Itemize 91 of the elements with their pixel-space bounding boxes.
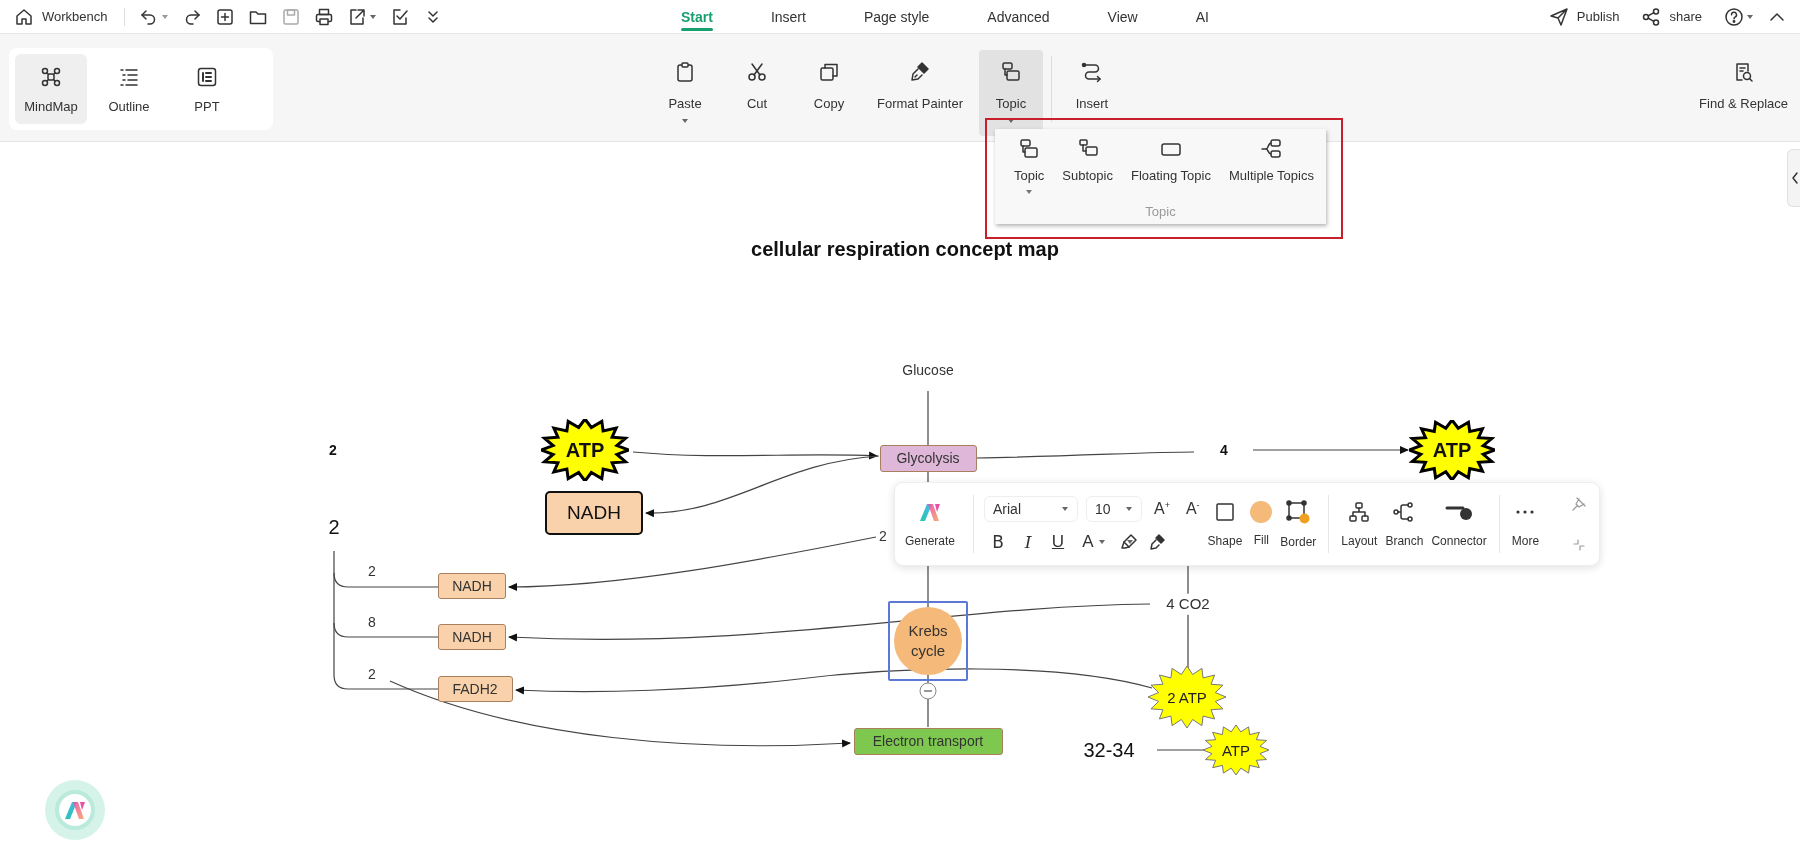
menu-tab[interactable]: AI bbox=[1172, 0, 1232, 34]
topic-box[interactable]: NADH bbox=[545, 491, 643, 535]
workbench-button[interactable]: Workbench bbox=[10, 6, 112, 27]
caret-icon bbox=[1125, 505, 1133, 513]
layout-icon bbox=[1347, 500, 1372, 524]
branch-button[interactable]: Branch bbox=[1381, 500, 1428, 548]
more-icon bbox=[1515, 509, 1536, 515]
view-mode-button[interactable]: PPT bbox=[171, 54, 243, 124]
paint-brush-icon bbox=[908, 60, 932, 84]
underline-button[interactable]: U bbox=[1050, 532, 1066, 552]
border-button[interactable]: Border bbox=[1276, 499, 1321, 549]
topic-box[interactable]: FADH2 bbox=[437, 676, 513, 702]
new-page-icon[interactable] bbox=[214, 6, 235, 27]
menu-tab[interactable]: Insert bbox=[747, 0, 829, 34]
paste-button[interactable]: Paste bbox=[653, 50, 717, 136]
bold-button[interactable]: B bbox=[990, 532, 1006, 552]
caret-icon bbox=[1025, 188, 1034, 196]
send-icon bbox=[1548, 6, 1569, 27]
caret-icon bbox=[1007, 117, 1015, 125]
map-label: 2 bbox=[879, 529, 887, 545]
pin-icon[interactable] bbox=[1571, 496, 1587, 512]
highlighter-icon[interactable] bbox=[1120, 533, 1138, 551]
map-label: 2 bbox=[368, 564, 376, 580]
caret-icon bbox=[160, 12, 169, 21]
starburst-topic[interactable]: ATP bbox=[541, 419, 629, 481]
menu-tab[interactable]: View bbox=[1084, 0, 1161, 34]
caret-icon bbox=[1098, 538, 1106, 546]
connector-icon bbox=[1080, 60, 1104, 84]
topic-button[interactable]: Topic bbox=[979, 50, 1043, 136]
italic-button[interactable]: I bbox=[1020, 532, 1036, 552]
scissors-icon bbox=[745, 60, 769, 84]
caret-icon bbox=[368, 12, 377, 21]
insert-button[interactable]: Insert bbox=[1060, 50, 1124, 136]
map-label: Glucose bbox=[902, 363, 954, 379]
circle-topic[interactable]: Krebs cycle bbox=[888, 601, 968, 681]
topic-box[interactable]: NADH bbox=[438, 573, 506, 599]
decrease-font-button[interactable]: A$^{-}$ bbox=[1181, 499, 1204, 519]
share-icon bbox=[1641, 6, 1662, 27]
cut-button[interactable]: Cut bbox=[725, 50, 789, 136]
shape-button[interactable]: Shape bbox=[1203, 500, 1247, 548]
topic-box[interactable]: Glycolysis bbox=[879, 444, 977, 472]
connector-button[interactable]: Connector bbox=[1427, 500, 1491, 548]
side-panel-tab[interactable] bbox=[1787, 149, 1800, 207]
subtopic-menu-item[interactable]: Subtopic bbox=[1053, 137, 1122, 196]
map-label: 8 bbox=[368, 615, 376, 631]
generate-button[interactable]: Generate bbox=[895, 500, 965, 548]
chevron-left-icon bbox=[1789, 171, 1800, 185]
view-mode-button[interactable]: Outline bbox=[93, 54, 165, 124]
multiple-topics-icon bbox=[1259, 137, 1284, 161]
painter-button[interactable]: Format Painter bbox=[869, 50, 971, 136]
fill-button[interactable]: Fill bbox=[1246, 501, 1277, 547]
caret-icon bbox=[681, 117, 689, 125]
topic-box[interactable]: NADH bbox=[438, 624, 506, 650]
map-label: 4 bbox=[1220, 443, 1228, 459]
collapse-icon[interactable] bbox=[919, 682, 937, 700]
caret-icon bbox=[1746, 12, 1754, 21]
view-mode-button[interactable]: MindMap bbox=[15, 54, 87, 124]
starburst-topic[interactable]: ATP bbox=[1409, 420, 1495, 480]
caret-icon bbox=[1126, 538, 1134, 546]
more-button[interactable]: More bbox=[1507, 500, 1544, 548]
menu-tab[interactable]: Advanced bbox=[964, 0, 1073, 34]
starburst-topic[interactable]: ATP bbox=[1203, 725, 1269, 775]
help-icon[interactable] bbox=[1724, 6, 1744, 27]
map-label: 2 bbox=[328, 516, 340, 538]
find-replace-button[interactable]: Find & Replace bbox=[1691, 50, 1796, 136]
caret-icon bbox=[1061, 505, 1069, 513]
topic-icon bbox=[999, 60, 1023, 84]
copy-button[interactable]: Copy bbox=[797, 50, 861, 136]
map-label: 2 bbox=[329, 443, 337, 459]
font-dropdown[interactable]: Arial bbox=[984, 496, 1078, 522]
map-label: 32-34 bbox=[1083, 739, 1135, 761]
multiple-menu-item[interactable]: Multiple Topics bbox=[1219, 137, 1323, 196]
menu-tab[interactable]: Page style bbox=[840, 0, 953, 34]
increase-font-button[interactable]: A$^{+}$ bbox=[1150, 499, 1174, 519]
group-label: Topic bbox=[1144, 204, 1177, 219]
map-label: 2 bbox=[368, 667, 376, 683]
font-color-button[interactable]: A bbox=[1080, 532, 1096, 552]
topic-menu-item[interactable]: Topic bbox=[1005, 137, 1054, 196]
font-size-dropdown[interactable]: 10 bbox=[1086, 496, 1142, 522]
connector-line bbox=[1156, 749, 1206, 751]
paint-brush-icon[interactable] bbox=[1148, 533, 1166, 551]
starburst-topic[interactable]: 2 ATP bbox=[1148, 666, 1226, 728]
map-title: cellular respiration concept map bbox=[751, 237, 1059, 261]
topic-box[interactable]: Electron transport bbox=[853, 727, 1003, 755]
border-icon bbox=[1285, 499, 1312, 525]
publish-button[interactable]: Publish bbox=[1548, 6, 1620, 27]
floating-menu-item[interactable]: Floating Topic bbox=[1121, 137, 1220, 196]
layout-button[interactable]: Layout bbox=[1337, 500, 1382, 548]
home-icon bbox=[14, 6, 34, 27]
print-icon[interactable] bbox=[313, 6, 334, 27]
share-button[interactable]: share bbox=[1641, 6, 1702, 27]
